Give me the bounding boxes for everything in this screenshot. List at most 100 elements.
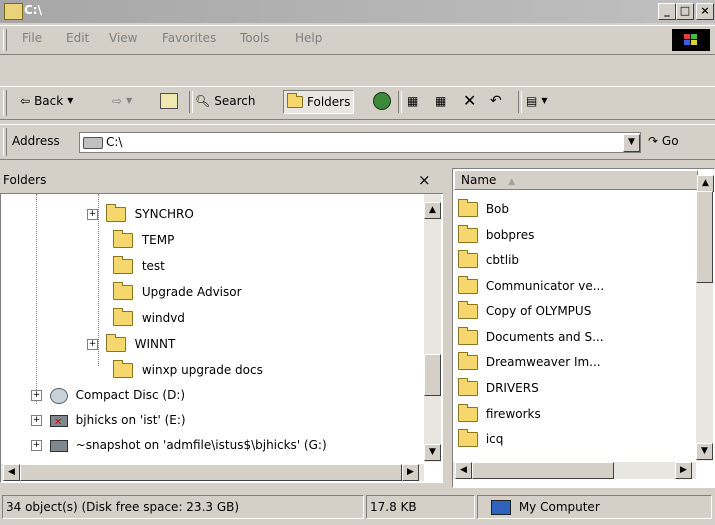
tree-item-upgrade-advisor[interactable]: Upgrade Advisor bbox=[113, 282, 242, 302]
folder-icon bbox=[458, 250, 478, 268]
list-item[interactable]: icq bbox=[458, 429, 503, 449]
views-button[interactable]: ▤ ▼ bbox=[526, 90, 548, 112]
go-label: Go bbox=[661, 134, 679, 148]
list-item[interactable]: Dreamweaver Im... bbox=[458, 352, 601, 372]
tree-item-winxp-upgrade-docs[interactable]: winxp upgrade docs bbox=[113, 360, 263, 380]
scroll-left-button[interactable]: ◀ bbox=[3, 464, 20, 481]
tree-item-test[interactable]: test bbox=[113, 256, 165, 276]
menu-edit[interactable]: Edit bbox=[66, 31, 89, 45]
tree-item-label: bjhicks on 'ist' (E:) bbox=[75, 413, 186, 427]
folder-icon bbox=[458, 404, 478, 422]
maximize-button[interactable]: □ bbox=[676, 3, 694, 20]
list-item[interactable]: cbtlib bbox=[458, 250, 519, 270]
list-vscrollbar[interactable]: ▼ bbox=[696, 191, 713, 461]
forward-button[interactable]: ⇨ ▼ bbox=[112, 90, 132, 112]
toolbar-separator bbox=[189, 91, 193, 113]
close-button[interactable]: × bbox=[696, 3, 714, 20]
menu-file[interactable]: File bbox=[22, 31, 42, 45]
tree-item-winnt[interactable]: + WINNT bbox=[87, 334, 175, 354]
menu-grip bbox=[3, 29, 7, 51]
pane-splitter[interactable] bbox=[443, 168, 452, 486]
tree-item-windvd[interactable]: windvd bbox=[113, 308, 185, 328]
column-header-name[interactable]: Name ▲ bbox=[454, 170, 642, 190]
tree-item-label: Upgrade Advisor bbox=[141, 285, 242, 299]
scroll-right-button[interactable]: ▶ bbox=[675, 462, 692, 479]
delete-button[interactable]: ✕ bbox=[463, 90, 476, 112]
list-item[interactable]: Copy of OLYMPUS bbox=[458, 301, 591, 321]
menu-view[interactable]: View bbox=[109, 31, 137, 45]
folders-button[interactable]: Folders bbox=[283, 90, 355, 114]
folder-icon bbox=[113, 256, 133, 274]
folders-pane-close-button[interactable]: × bbox=[418, 171, 431, 189]
menu-tools[interactable]: Tools bbox=[240, 31, 270, 45]
tree-item-compact-disc[interactable]: + Compact Disc (D:) bbox=[31, 385, 185, 405]
window-title: C:\ bbox=[24, 3, 42, 17]
scroll-left-button[interactable]: ◀ bbox=[455, 462, 472, 479]
go-arrow-icon: ↷ bbox=[648, 134, 659, 148]
list-item[interactable]: Communicator ve... bbox=[458, 276, 604, 296]
cd-drive-icon bbox=[49, 387, 68, 404]
scroll-down-button[interactable]: ▼ bbox=[424, 444, 441, 461]
address-dropdown-button[interactable]: ▼ bbox=[623, 134, 640, 152]
tree-item-label: winxp upgrade docs bbox=[141, 363, 263, 377]
list-item[interactable]: fireworks bbox=[458, 404, 541, 424]
minimize-button[interactable]: _ bbox=[658, 3, 676, 20]
address-grip bbox=[3, 128, 7, 156]
list-item-label: DRIVERS bbox=[485, 381, 539, 395]
scroll-up-button[interactable]: ▲ bbox=[697, 175, 714, 192]
address-label: Address bbox=[12, 134, 60, 148]
scroll-thumb[interactable] bbox=[696, 191, 713, 283]
toolbar: ⇦ Back ▼ ⇨ ▼ 🔍︎ Search Folders ▦ ▦ ✕ ↶ ▤… bbox=[0, 86, 715, 120]
drive-icon bbox=[83, 137, 103, 149]
folder-icon bbox=[458, 301, 478, 319]
list-item[interactable]: DRIVERS bbox=[458, 378, 539, 398]
scroll-thumb[interactable] bbox=[20, 464, 402, 481]
folders-tree[interactable]: + SYNCHRO TEMP test Upgrade Advisor wind… bbox=[0, 193, 444, 483]
scroll-down-button[interactable]: ▼ bbox=[696, 443, 713, 460]
toolbar-separator bbox=[398, 91, 402, 113]
views-dropdown-icon: ▼ bbox=[541, 96, 548, 105]
tree-vscrollbar[interactable]: ▲ ▼ bbox=[424, 194, 441, 462]
list-item[interactable]: Documents and S... bbox=[458, 327, 604, 347]
history-icon bbox=[373, 92, 391, 110]
undo-button[interactable]: ↶ bbox=[490, 90, 502, 112]
go-button[interactable]: ↷ Go bbox=[648, 130, 679, 152]
scroll-up-button[interactable]: ▲ bbox=[424, 202, 441, 219]
shared-folder-icon bbox=[458, 199, 478, 217]
menu-help[interactable]: Help bbox=[295, 31, 322, 45]
list-hscrollbar[interactable]: ◀ ▶ bbox=[453, 462, 696, 479]
disconnected-drive-icon: ✕ bbox=[49, 414, 68, 427]
tree-item-temp[interactable]: TEMP bbox=[113, 230, 174, 250]
menu-favorites[interactable]: Favorites bbox=[162, 31, 216, 45]
copy-to-button[interactable]: ▦ bbox=[435, 90, 446, 112]
folders-icon bbox=[287, 93, 303, 108]
folder-icon bbox=[458, 378, 478, 396]
list-item[interactable]: bobpres bbox=[458, 225, 534, 245]
up-folder-button[interactable] bbox=[160, 90, 178, 112]
tree-item-label: WINNT bbox=[134, 337, 176, 351]
history-button[interactable] bbox=[373, 90, 391, 112]
expand-icon: + bbox=[31, 415, 42, 426]
tree-hscrollbar[interactable]: ◀ ▶ bbox=[1, 464, 424, 481]
folders-label: Folders bbox=[307, 95, 351, 109]
address-input[interactable]: C:\ ▼ bbox=[79, 132, 641, 153]
scroll-right-button[interactable]: ▶ bbox=[402, 464, 419, 481]
folders-pane-title: Folders bbox=[3, 173, 47, 187]
back-button[interactable]: ⇦ Back ▼ bbox=[20, 90, 73, 112]
list-item-label: Communicator ve... bbox=[485, 279, 605, 293]
tree-item-network-drive-g[interactable]: + ~snapshot on 'admfile\istus$\bjhicks' … bbox=[31, 435, 327, 455]
expand-icon: + bbox=[87, 209, 98, 220]
tree-item-synchro[interactable]: + SYNCHRO bbox=[87, 204, 194, 224]
copy-to-icon: ▦ bbox=[435, 94, 447, 108]
status-size: 17.8 KB bbox=[366, 495, 475, 519]
search-button[interactable]: 🔍︎ Search bbox=[195, 90, 255, 112]
column-header-size[interactable] bbox=[641, 170, 698, 190]
scroll-thumb[interactable] bbox=[472, 462, 614, 479]
folder-icon bbox=[105, 204, 126, 222]
list-item[interactable]: Bob bbox=[458, 199, 509, 219]
scroll-thumb[interactable] bbox=[424, 354, 441, 396]
move-to-button[interactable]: ▦ bbox=[407, 90, 418, 112]
tree-item-network-drive-e[interactable]: + ✕ bjhicks on 'ist' (E:) bbox=[31, 410, 186, 430]
tree-item-label: test bbox=[141, 259, 165, 273]
expand-icon: + bbox=[31, 440, 42, 451]
